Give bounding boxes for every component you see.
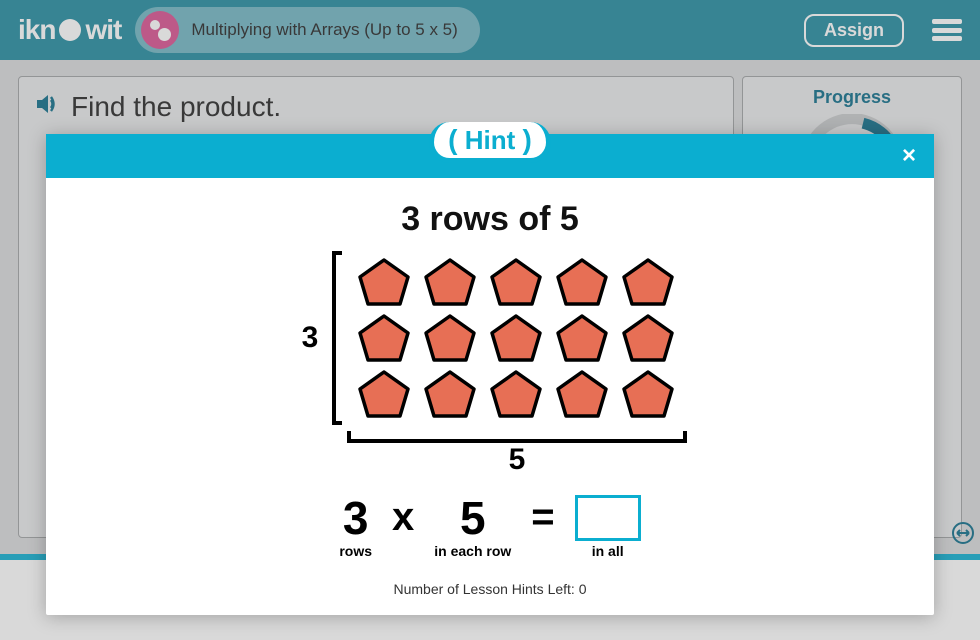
row-bracket-label: 3	[302, 321, 321, 355]
array-grid	[354, 251, 678, 425]
pentagon-icon	[488, 369, 544, 419]
pentagon-icon	[554, 313, 610, 363]
pentagon-icon	[356, 257, 412, 307]
pentagon-icon	[422, 257, 478, 307]
eq-factor2-sub: in each row	[434, 543, 511, 559]
array-region: 3	[302, 251, 679, 425]
pentagon-icon	[620, 369, 676, 419]
pentagon-icon	[554, 369, 610, 419]
eq-factor1-sub: rows	[339, 543, 372, 559]
eq-factor2: 5	[460, 495, 486, 541]
eq-factor1: 3	[343, 495, 369, 541]
eq-times: x	[392, 495, 414, 539]
pentagon-icon	[488, 313, 544, 363]
col-bracket-label: 5	[509, 443, 526, 477]
pentagon-icon	[356, 369, 412, 419]
equation: 3 rows x 5 in each row = in all	[339, 495, 640, 559]
modal-overlay[interactable]: ( Hint ) × 3 rows of 5 3 5 3 rows	[0, 0, 980, 640]
eq-equals: =	[531, 495, 554, 539]
pentagon-icon	[356, 313, 412, 363]
hints-left-text: Number of Lesson Hints Left: 0	[394, 581, 587, 597]
pentagon-icon	[620, 257, 676, 307]
array-row	[356, 257, 676, 307]
pentagon-icon	[488, 257, 544, 307]
hint-tab-label: Hint	[465, 125, 516, 155]
array-row	[356, 313, 676, 363]
pentagon-icon	[620, 313, 676, 363]
array-row	[356, 369, 676, 419]
hint-tab: ( Hint )	[429, 122, 551, 163]
hint-heading: 3 rows of 5	[401, 200, 579, 239]
close-icon[interactable]: ×	[902, 142, 916, 170]
pentagon-icon	[422, 313, 478, 363]
bottom-bracket-wrap: 5	[347, 431, 687, 477]
bottom-bracket-icon	[347, 431, 687, 443]
eq-answer-sub: in all	[592, 543, 624, 559]
left-bracket-icon	[332, 251, 342, 425]
pentagon-icon	[554, 257, 610, 307]
answer-box[interactable]	[575, 495, 641, 541]
hint-modal-header: ( Hint ) ×	[46, 134, 934, 178]
hint-modal-body: 3 rows of 5 3 5 3 rows x 5 in each row	[46, 178, 934, 615]
pentagon-icon	[422, 369, 478, 419]
hint-modal: ( Hint ) × 3 rows of 5 3 5 3 rows	[46, 134, 934, 615]
